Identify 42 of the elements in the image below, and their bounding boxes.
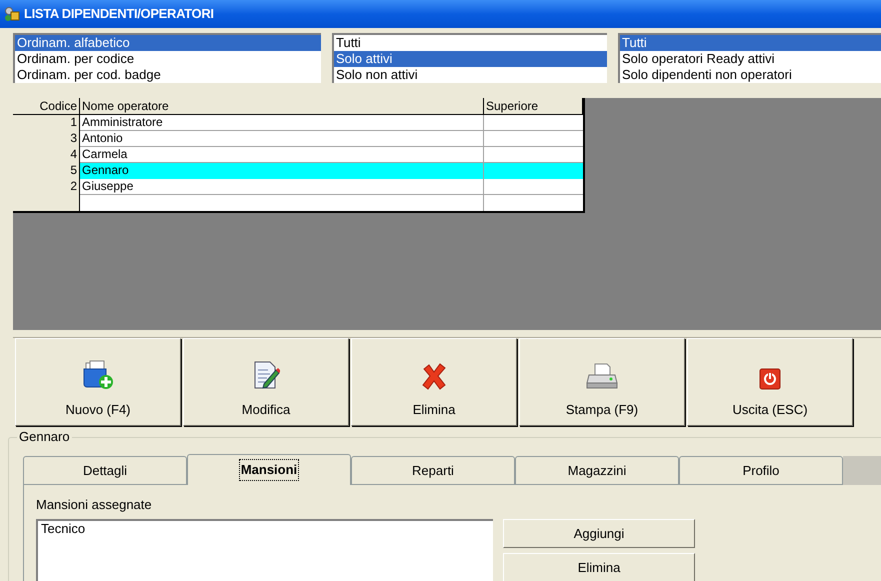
list-item[interactable]: Solo operatori Ready attivi (620, 51, 881, 67)
table-cell[interactable]: Amministratore (80, 115, 484, 131)
toolbar-button[interactable]: Elimina (351, 338, 517, 426)
row-header-cell: 3 (13, 131, 80, 147)
table-cell[interactable]: Antonio (80, 131, 484, 147)
list-item[interactable]: Tecnico (41, 521, 490, 537)
column-header[interactable]: Nome operatore (80, 98, 484, 115)
toolbar-button[interactable]: Stampa (F9) (519, 338, 685, 426)
tab[interactable]: Profilo (679, 456, 843, 485)
toolbar-button[interactable]: Modifica (183, 338, 349, 426)
action-button[interactable]: Aggiungi (503, 519, 695, 548)
tab[interactable]: Dettagli (23, 456, 187, 485)
list-item[interactable]: Ordinam. per cod. badge (15, 67, 321, 83)
power-icon (759, 368, 781, 390)
row-header-cell: 2 (13, 179, 80, 195)
app-icon (4, 6, 20, 22)
row-header-cell: 1 (13, 115, 80, 131)
tab[interactable]: Mansioni (187, 454, 351, 485)
field-label: Mansioni assegnate (36, 497, 153, 514)
row-header-cell: 5 (13, 163, 80, 179)
tab[interactable]: Reparti (351, 456, 515, 485)
list-item[interactable]: Tutti (620, 35, 881, 51)
printer-icon (586, 362, 618, 390)
list-item[interactable]: Ordinam. alfabetico (15, 35, 321, 51)
list-item[interactable]: Ordinam. per codice (15, 51, 321, 67)
action-button[interactable]: Elimina (503, 553, 695, 581)
table-cell[interactable]: Gennaro (80, 163, 484, 179)
column-header[interactable]: Superiore (484, 98, 583, 115)
cross-icon (420, 362, 448, 390)
toolbar-button[interactable]: Uscita (ESC) (687, 338, 853, 426)
list-item[interactable]: Solo non attivi (334, 67, 607, 83)
list-item[interactable]: Solo attivi (334, 51, 607, 67)
tab[interactable]: Magazzini (515, 456, 679, 485)
folder-plus-icon (82, 360, 114, 390)
window-title: LISTA DIPENDENTI/OPERATORI (24, 5, 214, 24)
table-cell[interactable]: Giuseppe (80, 179, 484, 195)
row-header-cell: 4 (13, 147, 80, 163)
list-item[interactable]: Tutti (334, 35, 607, 51)
list-item[interactable]: Solo dipendenti non operatori (620, 67, 881, 83)
document-pencil-icon (252, 360, 280, 390)
table-cell[interactable] (484, 163, 583, 179)
toolbar-button[interactable]: Nuovo (F4) (15, 338, 181, 426)
